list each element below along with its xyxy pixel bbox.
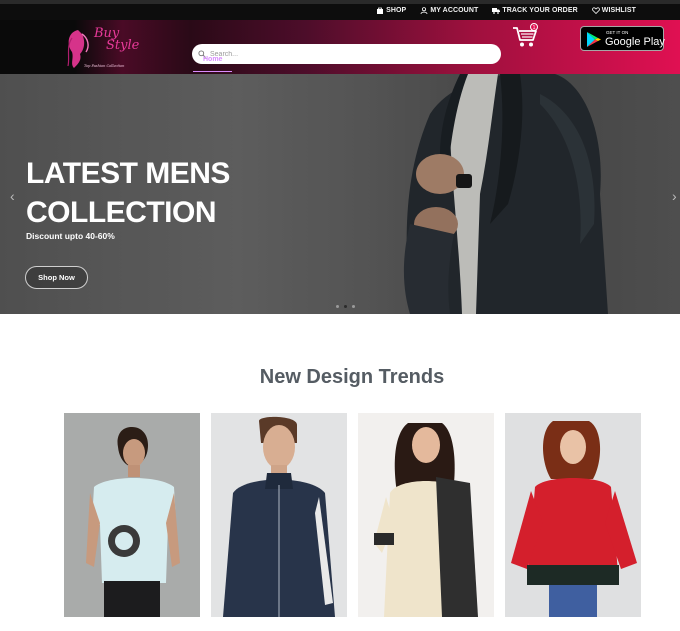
shop-link-label: SHOP: [386, 7, 407, 14]
user-icon: [420, 7, 428, 14]
site-logo[interactable]: Buy Style Top Fashion Collection: [64, 24, 140, 72]
slider-dots: [336, 305, 355, 308]
bag-icon: [377, 7, 384, 14]
nav-item-checkout[interactable]: Checkout: [275, 54, 327, 72]
product-image-3: [358, 413, 494, 617]
my-account-link[interactable]: MY ACCOUNT: [420, 7, 478, 14]
wishlist-link[interactable]: WISHLIST: [591, 7, 636, 14]
main-nav: Home Men ⌄ Checkout Cart: [193, 54, 361, 72]
logo-word-2: Style: [106, 38, 140, 53]
hero-title-line-1: LATEST MENS: [26, 157, 230, 190]
shop-now-button[interactable]: Shop Now: [25, 266, 88, 289]
google-play-badge[interactable]: GET IT ON Google Play: [580, 26, 665, 51]
product-card-2[interactable]: [211, 413, 347, 617]
nav-checkout-label: Checkout: [285, 56, 318, 63]
google-play-big-text: Google Play: [605, 36, 665, 48]
nav-item-men[interactable]: Men ⌄: [232, 54, 275, 72]
product-grid: [64, 413, 641, 617]
product-image-2: [211, 413, 347, 617]
slider-dot-3[interactable]: [352, 305, 355, 308]
truck-icon: [492, 8, 501, 14]
google-play-small-text: GET IT ON: [606, 30, 629, 35]
prev-slide-arrow-icon[interactable]: ‹: [10, 188, 15, 204]
nav-home-label: Home: [203, 56, 223, 63]
my-account-label: MY ACCOUNT: [430, 7, 479, 14]
hero-title-line-2: COLLECTION: [26, 196, 216, 229]
browser-strip: [0, 0, 680, 4]
track-order-label: TRACK YOUR ORDER: [502, 7, 578, 14]
nav-cart-label: Cart: [337, 56, 352, 63]
hero-title: LATEST MENS COLLECTION: [26, 154, 230, 232]
logo-tagline: Top Fashion Collection: [84, 64, 125, 68]
nav-item-cart[interactable]: Cart: [327, 54, 361, 72]
product-image-1: [64, 413, 200, 617]
wishlist-label: WISHLIST: [601, 7, 636, 14]
logo-wordmark: Buy Style: [84, 27, 140, 53]
product-card-3[interactable]: [358, 413, 494, 617]
shop-link[interactable]: SHOP: [376, 7, 406, 14]
heart-icon: [591, 7, 600, 14]
product-card-4[interactable]: [505, 413, 641, 617]
hero-subtitle: Discount upto 40-60%: [26, 231, 115, 241]
product-image-4: [505, 413, 641, 617]
utility-links: SHOP MY ACCOUNT TRACK YOUR ORDER WISHLIS…: [376, 7, 636, 14]
google-play-icon: [587, 32, 601, 47]
nav-men-label: Men: [242, 56, 257, 63]
product-card-1[interactable]: [64, 413, 200, 617]
track-order-link[interactable]: TRACK YOUR ORDER: [492, 7, 578, 14]
section-title: New Design Trends: [259, 366, 445, 388]
next-slide-arrow-icon[interactable]: ›: [672, 188, 677, 204]
nav-item-home[interactable]: Home: [193, 54, 233, 72]
utility-bar: SHOP MY ACCOUNT TRACK YOUR ORDER WISHLIS…: [0, 0, 680, 20]
slider-dot-2[interactable]: [344, 305, 347, 308]
cart-count-badge: 1: [530, 23, 538, 31]
site-header: Buy Style Top Fashion Collection 1 GET I…: [0, 20, 680, 74]
hero-slider: LATEST MENS COLLECTION Discount upto 40-…: [0, 74, 680, 314]
slider-dot-1[interactable]: [336, 305, 339, 308]
chevron-down-icon: ⌄: [260, 57, 266, 63]
